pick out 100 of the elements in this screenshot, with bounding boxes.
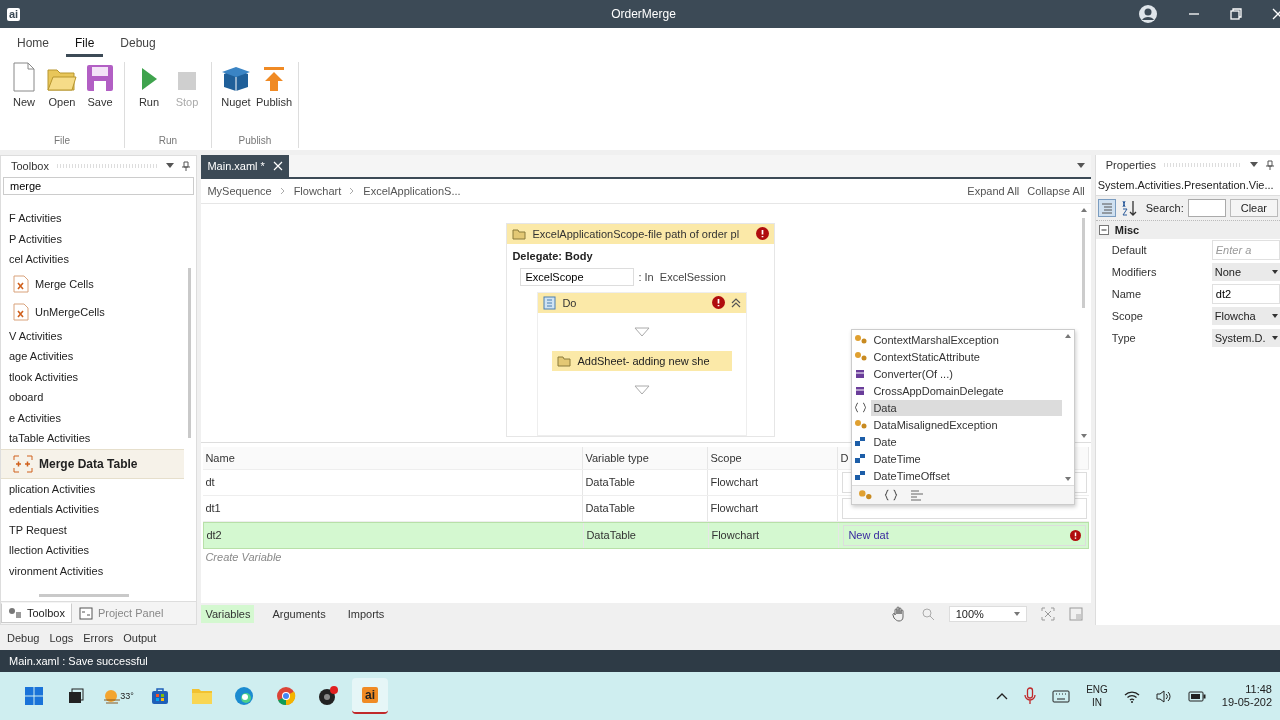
close-icon[interactable] (1272, 8, 1280, 20)
toolbox-item[interactable]: UnMergeCells (1, 297, 185, 326)
toolbox-item[interactable]: edentials Activities (1, 499, 185, 520)
dropdown-caret-icon[interactable] (1250, 162, 1258, 168)
property-name: Name (1111, 288, 1143, 300)
toolbox-item[interactable]: oboard (1, 387, 185, 408)
toolbox-item[interactable]: F Activities (1, 208, 185, 229)
hand-pan-icon[interactable] (890, 606, 907, 623)
sequence-container[interactable]: Do AddSheet- adding new she (537, 291, 748, 436)
designer-action-link[interactable]: Collapse All (1027, 184, 1085, 197)
ribbon-tab[interactable]: File (66, 31, 104, 57)
pin-icon[interactable] (182, 161, 191, 171)
microphone-icon[interactable] (1024, 687, 1037, 705)
class-icon (854, 419, 868, 430)
variable-row[interactable]: dt2 DataTable Flowchart New dat (203, 521, 1089, 549)
property-dropdown[interactable]: None (1211, 263, 1280, 281)
ribbon-button[interactable]: New (6, 62, 42, 108)
clock[interactable]: 11:48 19-05-202 (1221, 683, 1272, 709)
close-icon[interactable] (272, 160, 283, 171)
ribbon-button[interactable]: Open (44, 62, 80, 108)
toolbox-item[interactable]: llection Activities (1, 540, 185, 561)
property-dropdown[interactable]: Flowcha (1211, 307, 1280, 325)
output-tab[interactable]: Logs (45, 629, 78, 646)
create-variable-placeholder[interactable]: Create Variable (203, 548, 284, 565)
class-icon (854, 334, 868, 345)
braces-icon[interactable] (884, 489, 899, 501)
toolbox-item[interactable]: Merge Data Table (1, 448, 185, 479)
activity-card[interactable]: ExcelApplicationScope-file path of order pl Delegate: Body ExcelScope : In ExcelSession Do AddSheet- adding new she (506, 222, 776, 437)
toolbox-item[interactable]: vironment Activities (1, 560, 185, 581)
pin-icon[interactable] (1266, 160, 1274, 170)
ribbon-tab[interactable]: Debug (111, 31, 165, 57)
sort-alphabetical-icon[interactable] (1119, 199, 1138, 217)
suggestion-item[interactable]: Data (871, 399, 1063, 416)
keyboard-icon[interactable] (1052, 689, 1071, 703)
project-icon (78, 606, 93, 620)
wifi-icon[interactable] (1123, 689, 1140, 703)
task-view-icon (67, 687, 85, 705)
tools-icon (8, 607, 22, 619)
clear-button[interactable]: Clear (1229, 199, 1278, 217)
output-tab[interactable]: Output (119, 629, 161, 646)
suggestion-item[interactable]: ContextMarshalException (871, 331, 1063, 348)
collapse-chevron-icon[interactable] (731, 297, 742, 308)
studio-taskbar-button[interactable]: ai (352, 678, 388, 714)
collapse-toggle-icon[interactable] (1098, 225, 1109, 235)
property-field[interactable]: dt2 (1211, 284, 1280, 304)
input-language[interactable]: ENG IN (1086, 683, 1108, 709)
suggestion-item[interactable]: DataMisalignedException (871, 416, 1063, 433)
chevron-up-icon[interactable] (996, 692, 1009, 700)
expression-field[interactable]: New dat (843, 524, 1086, 546)
toolbox-item[interactable]: age Activities (1, 346, 185, 367)
toolbox-item[interactable]: V Activities (1, 325, 185, 346)
class-filter-icon[interactable] (858, 489, 873, 501)
output-tab[interactable]: Debug (3, 629, 44, 646)
designer-tab[interactable]: Imports (343, 605, 389, 624)
app-logo: ai (7, 7, 21, 21)
ribbon-button[interactable]: Save (82, 62, 118, 108)
argument-name-field[interactable]: ExcelScope (520, 267, 635, 286)
panel-tab[interactable]: Toolbox (1, 603, 72, 623)
activity-card[interactable]: AddSheet- adding new she (552, 350, 733, 371)
property-dropdown[interactable]: System.D. (1211, 329, 1280, 347)
designer-tab[interactable]: Variables (201, 605, 255, 624)
toolbox-item[interactable]: taTable Activities (1, 428, 185, 449)
breadcrumb-link[interactable]: ExcelApplicationS... (363, 184, 461, 197)
breadcrumb-link[interactable]: Flowchart (293, 184, 342, 197)
breadcrumb-link[interactable]: MySequence (207, 184, 272, 197)
toolbox-item[interactable]: Merge Cells (1, 269, 185, 298)
table-cell: dt (203, 469, 584, 495)
toolbox-item[interactable]: TP Request (1, 519, 185, 540)
weather-taskbar-button[interactable]: 33° (100, 678, 136, 714)
folder-icon (191, 687, 213, 705)
toolbox-item[interactable]: cel Activities (1, 249, 185, 270)
suggestion-item[interactable]: ContextStaticAttribute (871, 348, 1063, 365)
output-tab[interactable]: Errors (79, 629, 118, 646)
toolbox-item[interactable]: plication Activities (1, 478, 185, 499)
suggestion-item[interactable]: DateTimeOffset (871, 467, 1063, 484)
merge-table-icon (13, 454, 33, 473)
suggestion-item[interactable]: CrossAppDomainDelegate (871, 382, 1063, 399)
ribbon-tab[interactable]: Home (8, 31, 58, 57)
document-tab[interactable]: Main.xaml * (201, 155, 289, 177)
search-field[interactable] (1187, 199, 1226, 217)
dropdown-caret-icon[interactable] (166, 163, 175, 169)
toolbox-item[interactable]: P Activities (1, 228, 185, 249)
ribbon-button[interactable]: Publish (256, 62, 292, 108)
restore-icon[interactable] (1230, 8, 1242, 20)
property-field[interactable]: Enter a (1211, 240, 1280, 260)
ribbon-button[interactable]: Nuget (218, 62, 254, 108)
designer-tab[interactable]: Arguments (268, 605, 330, 624)
suggestion-item[interactable]: DateTime (871, 450, 1063, 467)
dropdown-caret-icon[interactable] (1076, 162, 1085, 169)
ribbon-button[interactable]: Run (131, 62, 167, 108)
toolbox-item[interactable]: e Activities (1, 407, 185, 428)
zoom-dropdown[interactable]: 100% (948, 606, 1027, 623)
search-field[interactable]: merge (3, 177, 195, 195)
user-avatar-icon[interactable] (1138, 4, 1158, 24)
folder-icon (512, 227, 527, 240)
volume-icon[interactable] (1155, 689, 1172, 703)
battery-icon[interactable] (1187, 690, 1206, 702)
toolbox-item[interactable]: tlook Activities (1, 366, 185, 387)
suggestion-item[interactable]: Converter(Of ...) (871, 365, 1063, 382)
designer-action-link[interactable]: Expand All (967, 184, 1020, 197)
